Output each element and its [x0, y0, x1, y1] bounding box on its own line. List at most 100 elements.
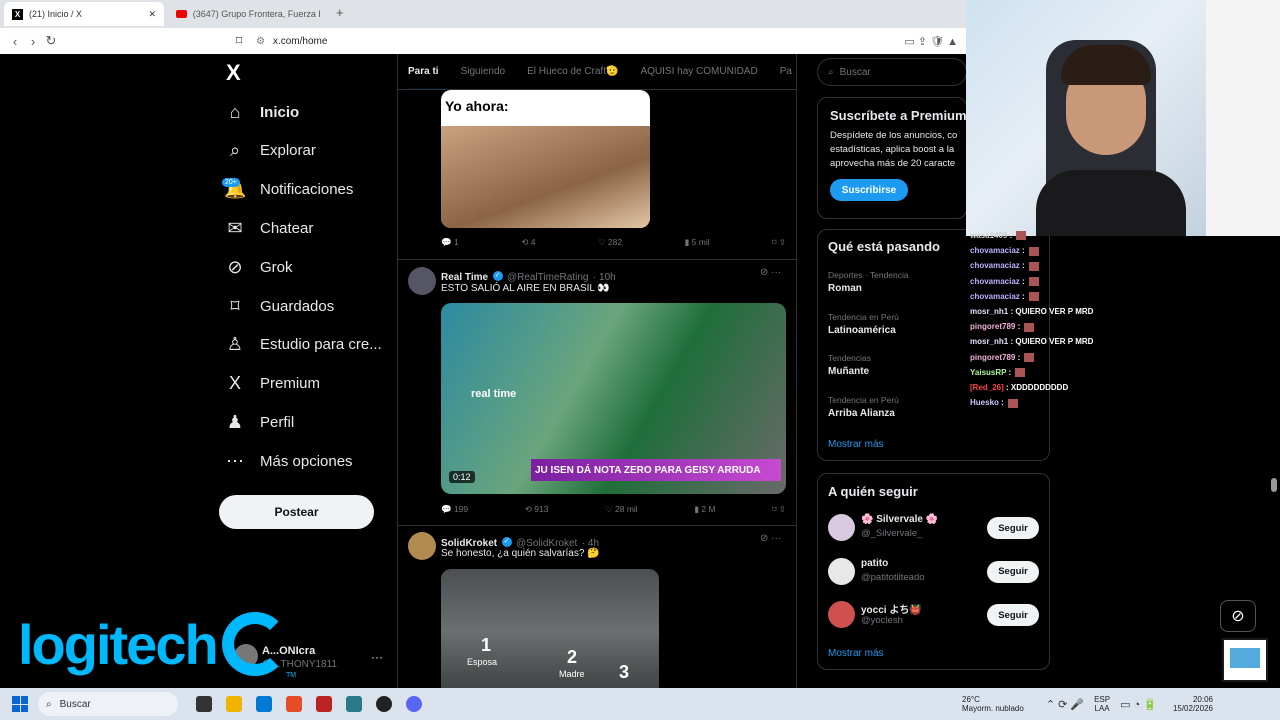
language-indicator[interactable]: ESP LAA	[1094, 695, 1110, 713]
tab-para-ti[interactable]: Para ti	[408, 66, 439, 77]
avatar[interactable]	[408, 532, 436, 560]
store-icon[interactable]	[256, 696, 272, 712]
avatar[interactable]	[408, 267, 436, 295]
weather-widget[interactable]: 26°C Mayorm. nublado	[962, 695, 1024, 713]
sidebar-item-0[interactable]: ⌂ Inicio	[224, 95, 300, 129]
like-button[interactable]: ♡ 282	[598, 237, 622, 248]
close-tab-icon[interactable]: ✕	[148, 9, 156, 20]
follow-name[interactable]: yocci よち👹	[861, 601, 922, 616]
extension-icons[interactable]: ▭ ⇪ 🛡 ▲	[904, 35, 958, 48]
taskbar-search-input[interactable]: Buscar	[60, 699, 91, 710]
url-field[interactable]: x.com/home	[273, 36, 327, 47]
follow-button[interactable]: Seguir	[987, 517, 1039, 539]
chat-username[interactable]: chovamaciaz	[970, 292, 1020, 301]
tray-icons[interactable]: ⌃ ⟳ 🎤	[1046, 698, 1084, 711]
chat-username[interactable]: YaisusRP	[970, 368, 1006, 377]
tab-comunidad[interactable]: AQUISI hay COMUNIDAD	[640, 66, 757, 77]
chat-username[interactable]: chovamaciaz	[970, 246, 1020, 255]
chat-username[interactable]: chovamaciaz	[970, 261, 1020, 270]
sidebar-item-6[interactable]: ♙ Estudio para cre...	[224, 328, 382, 362]
browser-tab[interactable]: (3647) Grupo Frontera, Fuerza Regid...	[168, 2, 328, 26]
scrollbar-thumb[interactable]	[1271, 478, 1277, 492]
discord-icon[interactable]	[406, 696, 422, 712]
tab-siguiendo[interactable]: Siguiendo	[461, 66, 505, 77]
new-tab-button[interactable]: +	[336, 5, 344, 20]
taskbar-search[interactable]: ⌕ Buscar	[38, 692, 178, 716]
follow-button[interactable]: Seguir	[987, 560, 1039, 583]
sidebar-item-9[interactable]: ⋯ Más opciones	[224, 444, 353, 478]
grok-more-icons[interactable]: ⊘ ···	[760, 533, 781, 544]
avatar[interactable]	[828, 601, 855, 628]
tweet-image[interactable]: 1 Esposa 2 Madre 3	[441, 569, 659, 688]
avatar[interactable]	[828, 514, 855, 541]
repost-button[interactable]: ⟲ 4	[521, 237, 535, 248]
chat-username[interactable]: mosr_nh1	[970, 307, 1008, 316]
chat-username[interactable]: [Red_26]	[970, 383, 1004, 392]
chat-username[interactable]: Huesko	[970, 398, 999, 407]
sidebar-item-5[interactable]: ⌑ Guardados	[224, 289, 334, 323]
bookmark-page-icon[interactable]: ⌑	[230, 33, 248, 49]
sidebar-item-4[interactable]: ⊘ Grok	[224, 250, 292, 284]
windows-start-icon[interactable]	[12, 696, 28, 712]
sidebar-item-8[interactable]: ♟ Perfil	[224, 405, 294, 439]
tweet-image[interactable]: Yo ahora:	[441, 90, 650, 228]
sidebar-item-2[interactable]: 🔔 Notificaciones	[224, 173, 353, 207]
chat-username[interactable]: chovamaciaz	[970, 277, 1020, 286]
task-view-icon[interactable]	[196, 696, 212, 712]
tab-more[interactable]: Pa	[780, 66, 792, 77]
post-button[interactable]: Postear	[219, 495, 374, 529]
trend-name[interactable]: Latinoamérica	[828, 325, 896, 336]
browser-tab-active[interactable]: X (21) Inicio / X ✕	[4, 2, 164, 26]
reply-button[interactable]: 💬 1	[441, 237, 459, 248]
tab-hueco[interactable]: El Hueco de Craft🫡	[527, 66, 618, 77]
views-button[interactable]: ▮ 5 mil	[685, 237, 710, 248]
emote-icon	[1028, 261, 1039, 271]
follow-name[interactable]: 🌸 Silvervale 🌸	[861, 514, 938, 525]
back-icon[interactable]: ‹	[6, 34, 24, 49]
bookmark-share-icons[interactable]: ⌑ ⇪	[772, 237, 786, 248]
tweet-video[interactable]: real time JU ISEN DÁ NOTA ZERO PARA GEIS…	[441, 303, 786, 494]
trend-name[interactable]: Arriba Alianza	[828, 408, 895, 419]
avatar[interactable]	[828, 557, 855, 585]
chat-username[interactable]: wasa1409	[970, 231, 1007, 240]
chat-username[interactable]: pingoret789	[970, 353, 1015, 362]
search-box[interactable]: ⌕ Buscar	[817, 58, 967, 86]
account-more-icon[interactable]: ···	[371, 650, 383, 664]
author-name[interactable]: Real Time	[441, 272, 488, 283]
grok-more-icons[interactable]: ⊘ ···	[760, 267, 781, 278]
sidebar-item-1[interactable]: ⌕ Explorar	[224, 134, 316, 168]
tweet-time[interactable]: · 10h	[593, 272, 616, 283]
search-input[interactable]: Buscar	[840, 67, 871, 78]
author-handle[interactable]: @RealTimeRating	[507, 272, 588, 283]
site-settings-icon[interactable]: ⚙	[256, 36, 265, 47]
trend-name[interactable]: Muñante	[828, 366, 869, 377]
like-button[interactable]: ♡ 28 mil	[605, 504, 638, 515]
repost-button[interactable]: ⟲ 913	[525, 504, 549, 515]
obs-icon[interactable]	[376, 696, 392, 712]
show-more-follow[interactable]: Mostrar más	[828, 648, 884, 659]
subscribe-button[interactable]: Suscribirse	[830, 179, 908, 201]
person-icon: ♟	[226, 411, 244, 432]
show-more-trends[interactable]: Mostrar más	[828, 439, 884, 450]
sidebar-item-label: Estudio para cre...	[260, 336, 382, 354]
reload-icon[interactable]: ↻	[42, 33, 60, 49]
forward-icon[interactable]: ›	[24, 34, 42, 49]
follow-name[interactable]: patito	[861, 558, 888, 569]
x-logo-icon[interactable]: X	[226, 60, 241, 86]
reply-button[interactable]: 💬 199	[441, 504, 468, 515]
bookmark-share-icons[interactable]: ⌑ ⇪	[772, 504, 786, 515]
brave-icon[interactable]	[286, 696, 302, 712]
sidebar-item-3[interactable]: ✉ Chatear	[224, 211, 313, 245]
views-button[interactable]: ▮ 2 M	[694, 504, 715, 515]
grok-floating-icon[interactable]: ⊘	[1220, 600, 1256, 632]
chat-username[interactable]: mosr_nh1	[970, 337, 1008, 346]
notes-icon[interactable]	[346, 696, 362, 712]
app-icon[interactable]	[316, 696, 332, 712]
clock[interactable]: 20:06 15/02/2026	[1173, 695, 1213, 713]
trend-name[interactable]: Roman	[828, 283, 862, 294]
sidebar-item-7[interactable]: X Premium	[224, 367, 320, 401]
chat-username[interactable]: pingoret789	[970, 322, 1015, 331]
file-explorer-icon[interactable]	[226, 696, 242, 712]
follow-button[interactable]: Seguir	[987, 604, 1039, 626]
system-tray[interactable]: ▭ ◔ 🔋	[1120, 698, 1157, 711]
